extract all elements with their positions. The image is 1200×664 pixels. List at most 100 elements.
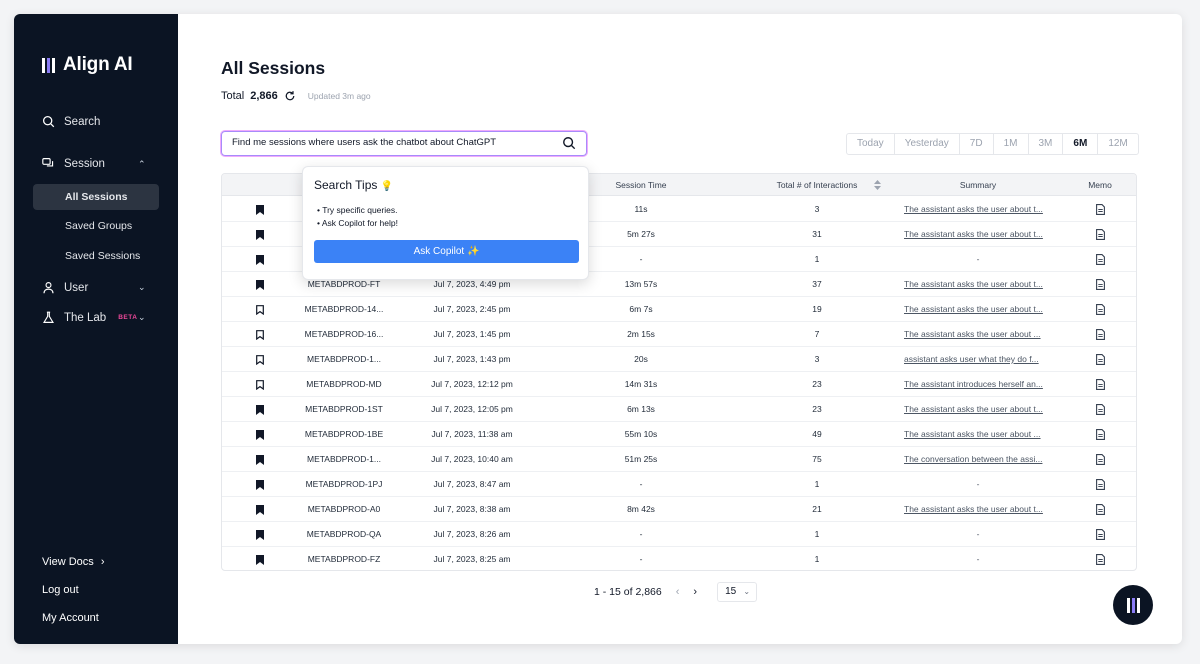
document-icon[interactable] [1096, 279, 1105, 290]
col-interactions[interactable]: Total # of Interactions [722, 174, 912, 196]
bookmark-icon[interactable] [256, 355, 264, 365]
refresh-icon[interactable] [284, 90, 296, 102]
chevron-down-icon[interactable]: ⌄ [138, 282, 146, 293]
range-6m[interactable]: 6M [1062, 134, 1097, 154]
document-icon[interactable] [1096, 479, 1105, 490]
bookmark-icon[interactable] [256, 380, 264, 390]
col-memo: Memo [1088, 180, 1112, 190]
bookmark-icon[interactable] [256, 505, 264, 515]
summary-cell: - [976, 554, 980, 564]
document-icon[interactable] [1096, 504, 1105, 515]
summary-cell[interactable]: The assistant asks the user about t... [904, 397, 1052, 422]
copilot-launcher-button[interactable] [1113, 585, 1153, 625]
sidebar-item-the-lab[interactable]: The Lab BETA [42, 311, 137, 324]
bookmark-icon[interactable] [256, 280, 264, 290]
bookmark-icon[interactable] [256, 530, 264, 540]
session-id-cell: METABDPROD-FZ [307, 554, 381, 564]
logout-link[interactable]: Log out [42, 584, 79, 596]
tips-title-text: Search Tips [314, 178, 378, 192]
table-row[interactable]: METABDPROD-1ST Jul 7, 2023, 12:05 pm 6m 13… [222, 397, 1136, 422]
session-id-cell: METABDPROD-1... [307, 454, 381, 464]
document-icon[interactable] [1096, 454, 1105, 465]
bookmark-icon[interactable] [256, 230, 264, 240]
table-row[interactable]: METABDPROD-A0 Jul 7, 2023, 8:38 am 8m 42s 2… [222, 497, 1136, 522]
document-icon[interactable] [1096, 554, 1105, 565]
session-time-cell: 13m 57s [624, 279, 658, 289]
next-page-icon[interactable]: › [693, 586, 697, 598]
session-time-cell: 20s [634, 354, 648, 364]
bookmark-icon[interactable] [256, 455, 264, 465]
col-session-time[interactable]: Session Time [574, 174, 708, 196]
sort-icon[interactable] [874, 180, 881, 190]
page-title: All Sessions [221, 58, 326, 78]
sidebar-item-user[interactable]: User [42, 281, 88, 294]
table-row[interactable]: METABDPROD-1BE Jul 7, 2023, 11:38 am 55m 1… [222, 422, 1136, 447]
per-page-select[interactable]: 15 ⌄ [717, 582, 758, 602]
summary-cell[interactable]: The assistant asks the user about t... [904, 222, 1052, 247]
bookmark-icon[interactable] [256, 255, 264, 265]
session-id-cell: METABDPROD-16... [304, 329, 384, 339]
document-icon[interactable] [1096, 329, 1105, 340]
ask-copilot-button[interactable]: Ask Copilot ✨ [314, 240, 579, 263]
session-time-cell: 55m 10s [624, 429, 658, 439]
range-1m[interactable]: 1M [992, 134, 1028, 154]
table-row[interactable]: METABDPROD-1PJ Jul 7, 2023, 8:47 am - 1 - [222, 472, 1136, 497]
user-icon [43, 282, 54, 294]
bookmark-icon[interactable] [256, 330, 264, 340]
table-row[interactable]: METABDPROD-1... Jul 7, 2023, 10:40 am 51m … [222, 447, 1136, 472]
range-today[interactable]: Today [847, 134, 894, 154]
bookmark-icon[interactable] [256, 405, 264, 415]
summary-cell[interactable]: The assistant asks the user about t... [904, 497, 1052, 522]
table-row[interactable]: METABDPROD-14... Jul 7, 2023, 2:45 pm 6m 7… [222, 297, 1136, 322]
range-7d[interactable]: 7D [958, 134, 993, 154]
view-docs-link[interactable]: View Docs › [42, 556, 105, 568]
summary-cell[interactable]: The assistant asks the user about t... [904, 297, 1052, 322]
sidebar-item-saved-groups[interactable]: Saved Groups [33, 213, 159, 239]
summary-cell[interactable]: The assistant asks the user about t... [904, 272, 1052, 297]
document-icon[interactable] [1096, 429, 1105, 440]
bookmark-icon[interactable] [256, 555, 264, 565]
summary-cell[interactable]: The assistant asks the user about ... [904, 322, 1052, 347]
summary-cell[interactable]: The assistant introduces herself an... [904, 372, 1052, 397]
document-icon[interactable] [1096, 529, 1105, 540]
summary-cell[interactable]: The conversation between the assi... [904, 447, 1052, 472]
interactions-cell: 49 [812, 429, 822, 439]
sidebar-item-saved-sessions[interactable]: Saved Sessions [33, 243, 159, 269]
summary-cell[interactable]: The assistant asks the user about ... [904, 422, 1052, 447]
range-3m[interactable]: 3M [1027, 134, 1063, 154]
document-icon[interactable] [1096, 354, 1105, 365]
bookmark-icon[interactable] [256, 480, 264, 490]
total-value: 2,866 [250, 90, 278, 102]
interactions-cell: 3 [814, 204, 820, 214]
bookmark-icon[interactable] [256, 205, 264, 215]
range-12m[interactable]: 12M [1097, 134, 1137, 154]
document-icon[interactable] [1096, 229, 1105, 240]
table-row[interactable]: METABDPROD-MD Jul 7, 2023, 12:12 pm 14m 31… [222, 372, 1136, 397]
sidebar-item-all-sessions[interactable]: All Sessions [33, 184, 159, 210]
prev-page-icon[interactable]: ‹ [676, 586, 680, 598]
document-icon[interactable] [1096, 204, 1105, 215]
document-icon[interactable] [1096, 379, 1105, 390]
interactions-cell: 7 [814, 329, 820, 339]
chevron-down-icon[interactable]: ⌄ [138, 312, 146, 323]
sidebar-item-session[interactable]: Session [42, 157, 105, 170]
bookmark-icon[interactable] [256, 305, 264, 315]
search-icon[interactable] [562, 136, 576, 150]
table-row[interactable]: METABDPROD-FZ Jul 7, 2023, 8:25 am - 1 - [222, 547, 1136, 570]
sidebar-item-search[interactable]: Search [42, 115, 100, 128]
bookmark-icon[interactable] [256, 430, 264, 440]
document-icon[interactable] [1096, 404, 1105, 415]
table-row[interactable]: METABDPROD-QA Jul 7, 2023, 8:26 am - 1 - [222, 522, 1136, 547]
col-summary[interactable]: Summary [902, 174, 1054, 196]
summary-cell[interactable]: assistant asks user what they do f... [904, 347, 1052, 372]
table-row[interactable]: METABDPROD-16... Jul 7, 2023, 1:45 pm 2m 1… [222, 322, 1136, 347]
chevron-up-icon[interactable]: ⌃ [138, 159, 146, 170]
search-input[interactable]: Find me sessions where users ask the cha… [221, 131, 587, 156]
range-yesterday[interactable]: Yesterday [893, 134, 959, 154]
table-row[interactable]: METABDPROD-1... Jul 7, 2023, 1:43 pm 20s 3 a… [222, 347, 1136, 372]
document-icon[interactable] [1096, 254, 1105, 265]
document-icon[interactable] [1096, 304, 1105, 315]
my-account-link[interactable]: My Account [42, 612, 99, 624]
logo[interactable]: Align AI [42, 54, 133, 76]
summary-cell[interactable]: The assistant asks the user about t... [904, 197, 1052, 222]
